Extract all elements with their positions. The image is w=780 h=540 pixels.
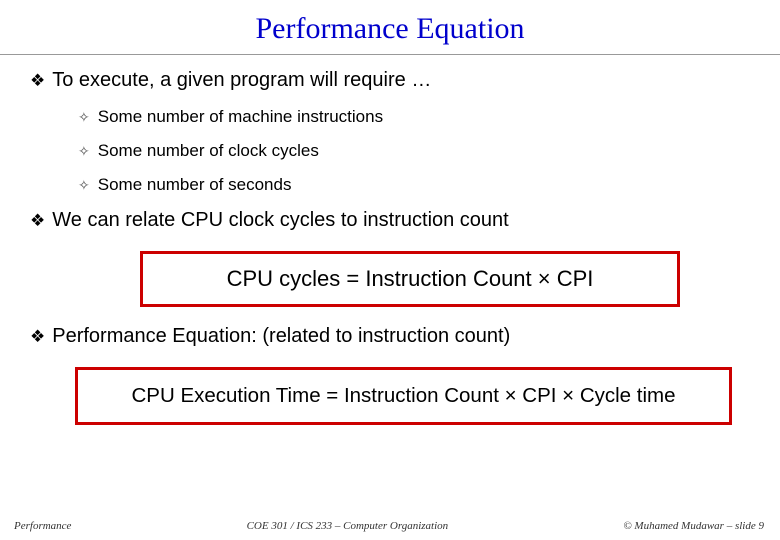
formula-box: CPU cycles = Instruction Count × CPI <box>140 251 680 307</box>
cross-icon: ✧ <box>78 107 90 127</box>
diamond-icon: ❖ <box>30 209 45 233</box>
bullet-text: We can relate CPU clock cycles to instru… <box>52 209 508 232</box>
bullet-item: ❖ To execute, a given program will requi… <box>30 69 760 93</box>
footer-right: © Muhamed Mudawar – slide 9 <box>623 520 764 532</box>
footer-center: COE 301 / ICS 233 – Computer Organizatio… <box>247 520 449 532</box>
bullet-text: Performance Equation: (related to instru… <box>52 325 510 348</box>
diamond-icon: ❖ <box>30 325 45 349</box>
bullet-text: To execute, a given program will require… <box>52 69 431 92</box>
sub-bullet-item: ✧ Some number of clock cycles <box>78 141 760 161</box>
sub-bullet-text: Some number of clock cycles <box>98 141 319 161</box>
bullet-item: ❖ We can relate CPU clock cycles to inst… <box>30 209 760 233</box>
diamond-icon: ❖ <box>30 69 45 93</box>
slide-footer: Performance COE 301 / ICS 233 – Computer… <box>0 520 780 532</box>
title-divider <box>0 54 780 55</box>
bullet-item: ❖ Performance Equation: (related to inst… <box>30 325 760 349</box>
sub-bullet-text: Some number of seconds <box>98 175 292 195</box>
formula-box: CPU Execution Time = Instruction Count ×… <box>75 367 732 425</box>
cross-icon: ✧ <box>78 175 90 195</box>
sub-bullet-item: ✧ Some number of machine instructions <box>78 107 760 127</box>
slide-content: ❖ To execute, a given program will requi… <box>0 69 780 425</box>
cross-icon: ✧ <box>78 141 90 161</box>
slide-title: Performance Equation <box>0 0 780 54</box>
sub-bullet-item: ✧ Some number of seconds <box>78 175 760 195</box>
sub-bullet-group: ✧ Some number of machine instructions ✧ … <box>78 107 760 195</box>
sub-bullet-text: Some number of machine instructions <box>98 107 383 127</box>
footer-left: Performance <box>14 520 71 532</box>
